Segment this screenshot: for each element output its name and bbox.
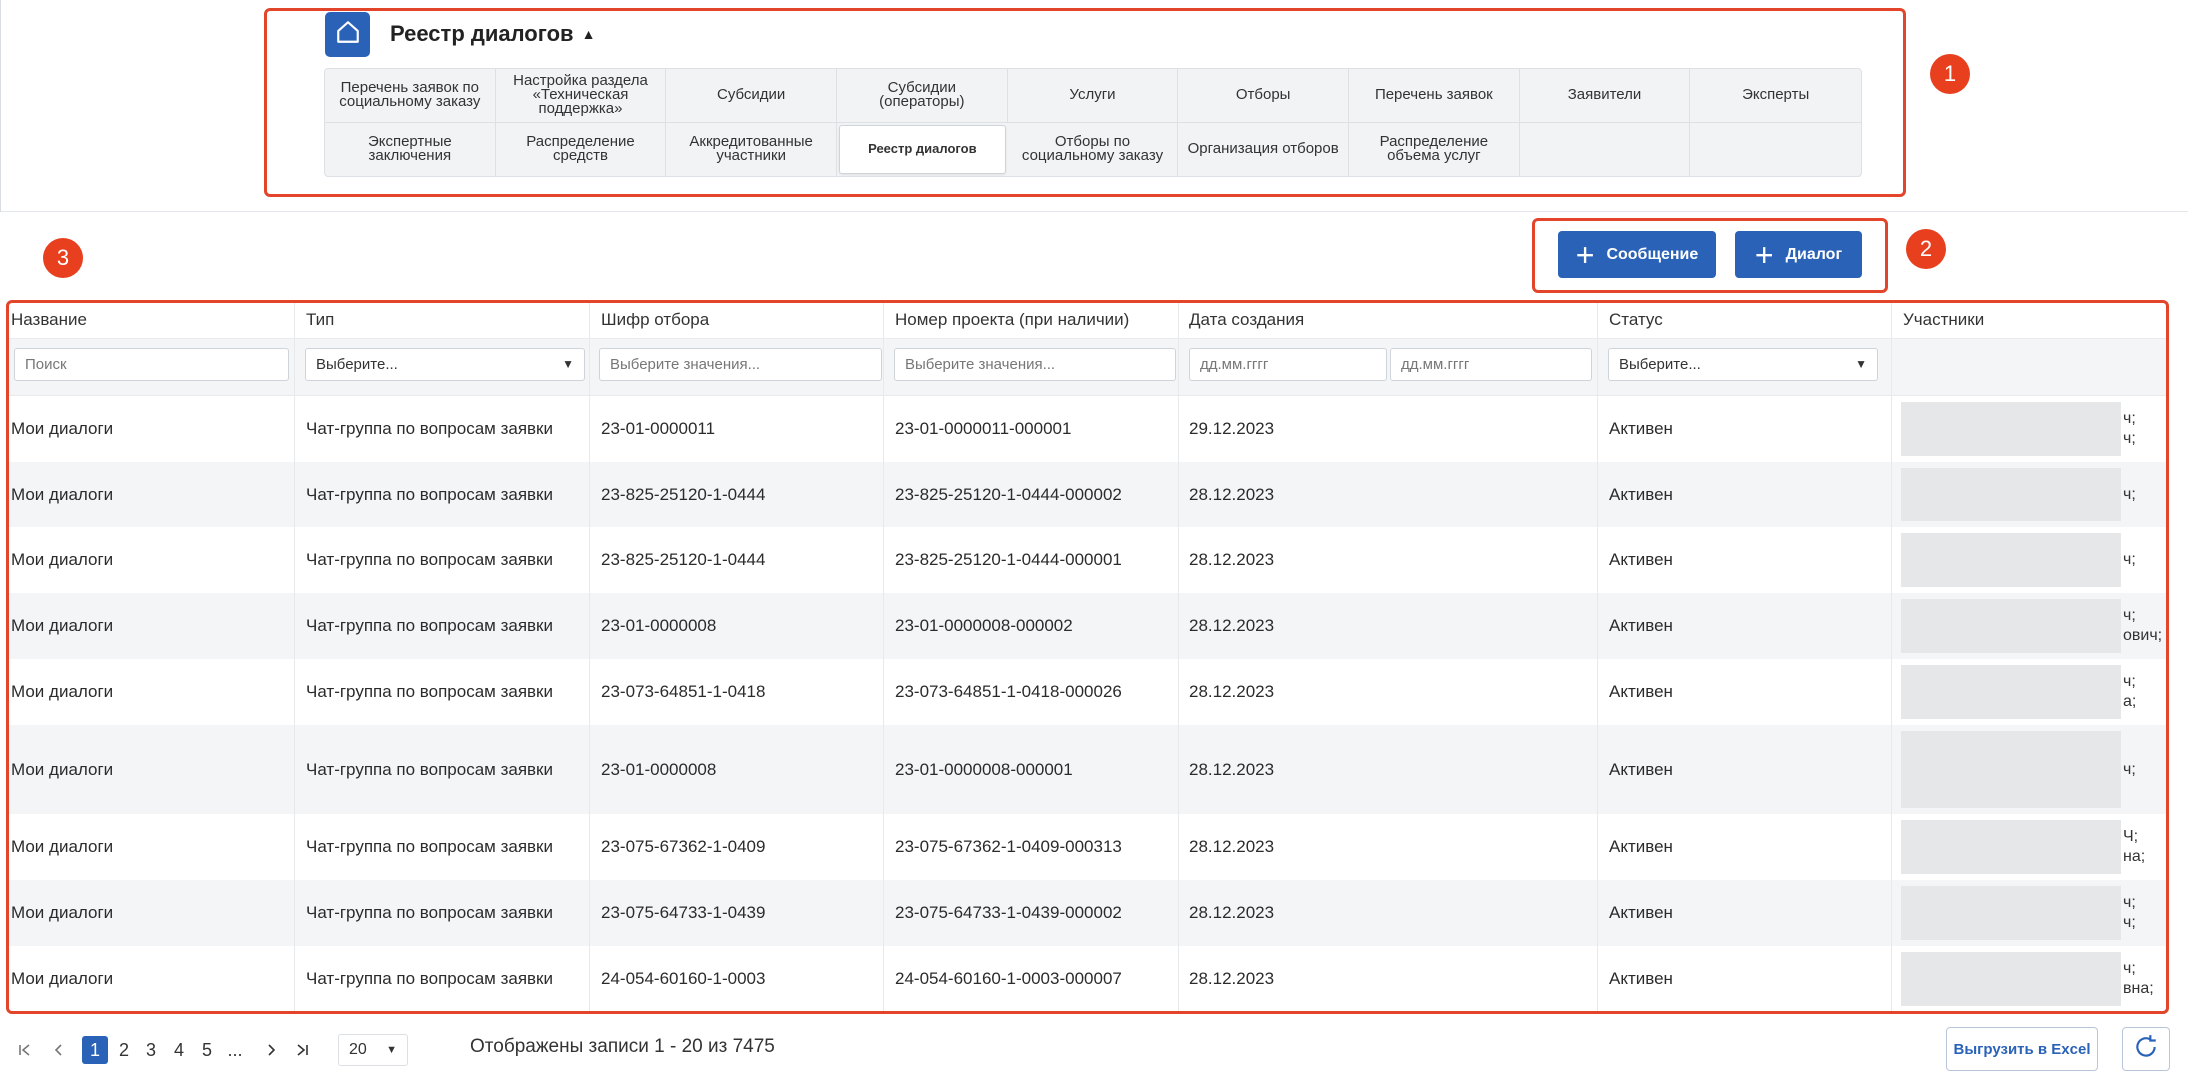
annotation-box-1: [264, 8, 1906, 197]
annotation-badge-1: 1: [1930, 54, 1970, 94]
annotation-box-2: [1532, 218, 1888, 293]
page-number[interactable]: ...: [222, 1036, 248, 1064]
page-size-value: 20: [349, 1041, 367, 1058]
refresh-button[interactable]: [2122, 1027, 2170, 1071]
page-number[interactable]: 5: [194, 1036, 220, 1064]
first-page-icon[interactable]: [14, 1036, 36, 1064]
page-number[interactable]: 3: [138, 1036, 164, 1064]
page-number[interactable]: 4: [166, 1036, 192, 1064]
chevron-down-icon: ▼: [386, 1044, 397, 1056]
export-excel-button[interactable]: Выгрузить в Excel: [1946, 1027, 2098, 1071]
page-number[interactable]: 2: [111, 1036, 137, 1064]
records-count: Отображены записи 1 - 20 из 7475: [470, 1036, 775, 1057]
next-page-icon[interactable]: [260, 1036, 282, 1064]
prev-page-icon[interactable]: [48, 1036, 70, 1064]
annotation-box-3: [6, 300, 2169, 1014]
last-page-icon[interactable]: [291, 1036, 313, 1064]
frame-border: [0, 0, 1, 212]
refresh-icon: [2133, 1034, 2159, 1065]
page-size-select[interactable]: 20 ▼: [338, 1034, 408, 1066]
annotation-badge-2: 2: [1906, 229, 1946, 269]
annotation-badge-3: 3: [43, 238, 83, 278]
pagination-bar: 1 2 3 4 5... 20 ▼ Отображены записи 1 - 20 и…: [0, 1020, 2188, 1080]
page-number[interactable]: 1: [82, 1036, 108, 1064]
